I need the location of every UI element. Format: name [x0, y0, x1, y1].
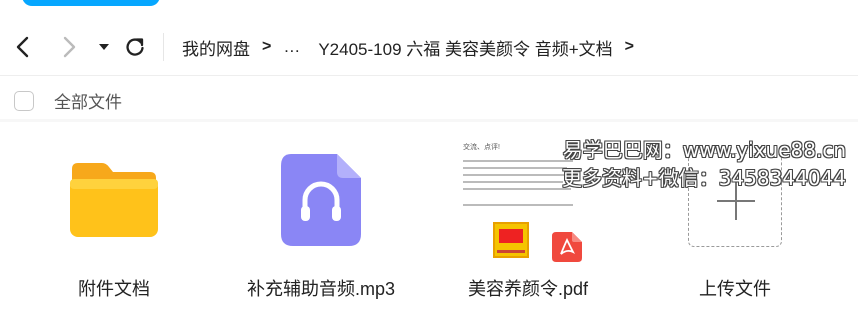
- breadcrumb: 我的网盘 > … Y2405-109 六福 美容美颜令 音频+文档 >: [182, 34, 646, 60]
- list-divider: [0, 119, 858, 122]
- pdf-preview-header: 交流、点评!: [463, 144, 500, 151]
- watermark-text: 易学巴巴网：www.yixue88.cn 更多资料+微信：3458344044: [562, 136, 846, 192]
- file-name: 补充辅助音频.mp3: [246, 279, 396, 299]
- select-all-label: 全部文件: [54, 93, 122, 112]
- pdf-icon: [552, 232, 582, 262]
- file-tile-audio[interactable]: 补充辅助音频.mp3: [236, 140, 406, 310]
- breadcrumb-ellipsis[interactable]: …: [283, 37, 300, 57]
- refresh-icon: [126, 38, 144, 56]
- select-all-checkbox[interactable]: [14, 90, 34, 111]
- breadcrumb-current[interactable]: Y2405-109 六福 美容美颜令 音频+文档: [318, 35, 612, 60]
- pdf-text-line: [463, 174, 573, 176]
- nav-separator: [163, 33, 164, 61]
- pdf-text-line: [463, 181, 563, 183]
- select-all-row: 全部文件: [14, 88, 122, 113]
- file-name: 美容养颜令.pdf: [467, 279, 589, 299]
- pdf-text-line: [463, 188, 571, 190]
- pdf-text-line: [463, 160, 573, 162]
- top-action-button[interactable]: [22, 0, 160, 6]
- forward-button[interactable]: [56, 34, 82, 60]
- folder-icon: [29, 140, 199, 260]
- pdf-stamp-image: [493, 222, 529, 258]
- pdf-text-line: [463, 204, 573, 206]
- refresh-button[interactable]: [122, 34, 148, 60]
- back-button[interactable]: [10, 34, 36, 60]
- watermark-line-2: 更多资料+微信：3458344044: [561, 166, 846, 190]
- breadcrumb-separator-icon: >: [262, 38, 272, 55]
- file-name: 附件文档: [78, 279, 150, 299]
- breadcrumb-root[interactable]: 我的网盘: [182, 35, 250, 60]
- upload-label: 上传文件: [699, 279, 771, 299]
- pdf-text-line: [463, 167, 567, 169]
- navigation-bar: 我的网盘 > … Y2405-109 六福 美容美颜令 音频+文档 >: [0, 22, 858, 74]
- chevron-left-icon: [16, 36, 29, 58]
- file-tile-folder[interactable]: 附件文档: [29, 140, 199, 310]
- chevron-right-icon: [63, 36, 76, 58]
- caret-down-icon: [99, 44, 109, 50]
- header-divider: [0, 75, 858, 76]
- history-dropdown-button[interactable]: [91, 34, 117, 60]
- audio-file-icon: [236, 140, 406, 260]
- breadcrumb-expand-icon[interactable]: >: [625, 38, 634, 56]
- watermark-line-1: 易学巴巴网：www.yixue88.cn: [562, 138, 846, 162]
